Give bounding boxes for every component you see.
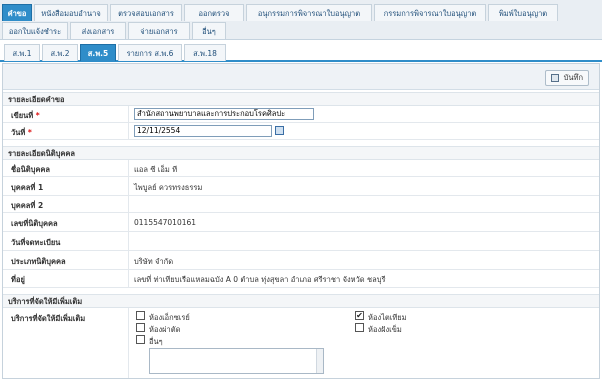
tab-committee[interactable]: กรรมการพิจารณาใบอนุญาต xyxy=(374,4,486,21)
address-value: เลขที่ ท่าเทียบเรือแหลมฉบัง A 0 ตำบล ทุ่… xyxy=(134,275,386,284)
section-request-details: รายละเอียดคำขอ xyxy=(3,92,599,106)
registration-number-value: 0115547010161 xyxy=(134,218,197,227)
floppy-disk-icon xyxy=(551,74,559,82)
column-divider xyxy=(128,196,129,213)
save-button-label: บันทึก xyxy=(563,73,583,82)
toolbar: บันทึก xyxy=(3,64,599,90)
juristic-row: ชื่อนิติบุคคล แอล ซี เอ็ม ที xyxy=(3,160,599,177)
column-divider xyxy=(128,160,129,177)
subtab-sp2[interactable]: ส.พ.2 xyxy=(42,44,78,61)
registration-number-label: เลขที่นิติบุคคล xyxy=(11,219,58,228)
subtab-sp1[interactable]: ส.พ.1 xyxy=(4,44,40,61)
column-divider xyxy=(128,123,129,140)
form-subtabs: ส.พ.1 ส.พ.2 ส.พ.5 รายการ ส.พ.6 ส.พ.18 xyxy=(0,40,602,62)
column-divider xyxy=(128,270,129,288)
textarea-scrollbar[interactable] xyxy=(316,349,323,373)
checkbox-other-label: อื่นๆ xyxy=(149,337,163,346)
column-divider xyxy=(128,232,129,251)
person-2-label: บุคคลที่ 2 xyxy=(11,201,44,210)
tab-power-of-attorney[interactable]: หนังสือมอบอำนาจ xyxy=(34,4,108,21)
checkbox-dialysis-label: ห้องไตเทียม xyxy=(368,313,407,322)
subtab-sp6-list[interactable]: รายการ ส.พ.6 xyxy=(118,44,182,61)
checkbox-other[interactable] xyxy=(136,335,145,344)
save-button[interactable]: บันทึก xyxy=(545,70,589,86)
checkbox-operating-room-label: ห้องผ่าตัด xyxy=(149,325,181,334)
juristic-row: ที่อยู่ เลขที่ ท่าเทียบเรือแหลมฉบัง A 0 … xyxy=(3,270,599,288)
juristic-row: บุคคลที่ 1 ไพบูลย์ ควรทรงธรรม xyxy=(3,177,599,196)
column-divider xyxy=(128,308,129,378)
juristic-type-label: ประเภทนิติบุคคล xyxy=(11,257,66,266)
column-divider xyxy=(128,106,129,123)
checkbox-xray[interactable] xyxy=(136,311,145,320)
required-mark: * xyxy=(27,128,32,137)
form-row-writer: เขียนที่ * สำนักสถานพยาบาลและการประกอบโร… xyxy=(3,106,599,123)
column-divider xyxy=(128,251,129,270)
tab-other[interactable]: อื่นๆ xyxy=(192,22,226,39)
tab-send-documents[interactable]: ส่งเอกสาร xyxy=(70,22,126,39)
other-services-textarea[interactable] xyxy=(149,348,324,374)
juristic-row: วันที่จดทะเบียน xyxy=(3,232,599,251)
juristic-row: บุคคลที่ 2 xyxy=(3,196,599,213)
tab-print-license[interactable]: พิมพ์ใบอนุญาต xyxy=(488,4,558,21)
main-navigation: คำขอ หนังสือมอบอำนาจ ตรวจสอบเอกสาร ออกตร… xyxy=(0,0,602,40)
check-mark-icon: ✔ xyxy=(356,311,363,320)
required-mark: * xyxy=(35,111,40,120)
subtab-sp5[interactable]: ส.พ.5 xyxy=(80,44,116,61)
tab-issue-invoice[interactable]: ออกใบแจ้งชำระ xyxy=(2,22,68,39)
column-divider xyxy=(128,213,129,232)
juristic-name-value: แอล ซี เอ็ม ที xyxy=(134,165,178,174)
tab-request[interactable]: คำขอ xyxy=(2,4,32,21)
checkbox-acupuncture-label: ห้องฝังเข็ม xyxy=(368,325,402,334)
services-row: บริการที่จัดให้มีเพิ่มเติม ห้องเอ็กซเรย์… xyxy=(3,308,599,378)
section-juristic-details: รายละเอียดนิติบุคคล xyxy=(3,146,599,160)
tab-dispatch-documents[interactable]: จ่ายเอกสาร xyxy=(128,22,190,39)
juristic-type-value: บริษัท จำกัด xyxy=(134,257,174,266)
registration-date-label: วันที่จดทะเบียน xyxy=(11,238,61,247)
subtab-sp18[interactable]: ส.พ.18 xyxy=(184,44,226,61)
services-label: บริการที่จัดให้มีเพิ่มเติม xyxy=(11,314,86,323)
date-label: วันที่ * xyxy=(11,128,32,137)
writer-label: เขียนที่ * xyxy=(11,111,40,120)
address-label: ที่อยู่ xyxy=(11,275,25,284)
person-1-value: ไพบูลย์ ควรทรงธรรม xyxy=(134,183,203,192)
column-divider xyxy=(128,177,129,196)
juristic-row: ประเภทนิติบุคคล บริษัท จำกัด xyxy=(3,251,599,270)
tab-subcommittee[interactable]: อนุกรรมการพิจารณาใบอนุญาต xyxy=(246,4,372,21)
date-input[interactable]: 12/11/2554 xyxy=(134,125,272,137)
form-row-date: วันที่ * 12/11/2554 xyxy=(3,123,599,140)
juristic-row: เลขที่นิติบุคคล 0115547010161 xyxy=(3,213,599,232)
form-panel: บันทึก รายละเอียดคำขอ เขียนที่ * สำนักสถ… xyxy=(2,63,600,379)
checkbox-acupuncture[interactable] xyxy=(355,323,364,332)
calendar-icon[interactable] xyxy=(275,126,284,135)
writer-input[interactable]: สำนักสถานพยาบาลและการประกอบโรคศิลปะ xyxy=(134,108,314,120)
person-1-label: บุคคลที่ 1 xyxy=(11,183,44,192)
checkbox-xray-label: ห้องเอ็กซเรย์ xyxy=(149,313,190,322)
juristic-name-label: ชื่อนิติบุคคล xyxy=(11,165,50,174)
checkbox-dialysis[interactable]: ✔ xyxy=(355,311,364,320)
checkbox-operating-room[interactable] xyxy=(136,323,145,332)
tab-inspection[interactable]: ออกตรวจ xyxy=(184,4,244,21)
section-additional-services: บริการที่จัดให้มีเพิ่มเติม xyxy=(3,294,599,308)
tab-document-check[interactable]: ตรวจสอบเอกสาร xyxy=(110,4,182,21)
